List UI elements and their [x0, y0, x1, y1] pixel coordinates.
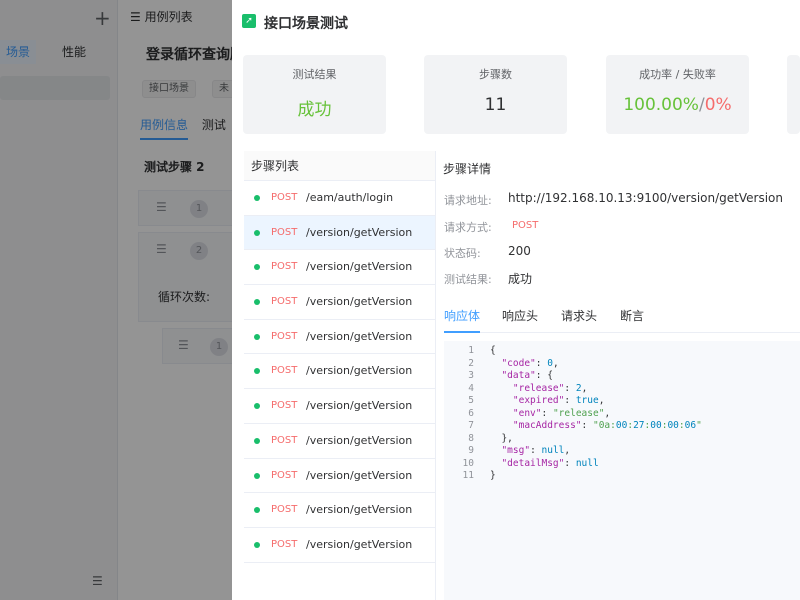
step-path: /version/getVersion: [306, 433, 413, 447]
step-path: /eam/auth/login: [306, 191, 394, 204]
success-dot-icon: [254, 541, 260, 548]
tab-request-headers[interactable]: 请求头: [561, 307, 597, 333]
rate-value: 100.00%/0%: [606, 95, 749, 115]
status-code-value: 200: [508, 244, 531, 258]
step-item[interactable]: POST/version/getVersion: [244, 424, 435, 459]
fail-rate: 0%: [704, 95, 732, 115]
step-list: 步骤列表 POST/eam/auth/login POST/version/ge…: [244, 151, 436, 600]
status-code-label: 状态码:: [444, 247, 481, 260]
rate-label: 成功率 / 失败率: [639, 68, 716, 81]
step-path: /version/getVersion: [306, 364, 413, 378]
step-method: POST: [271, 400, 298, 412]
step-path: /version/getVersion: [306, 329, 413, 343]
step-path: /version/getVersion: [306, 399, 413, 413]
tab-response-body[interactable]: 响应体: [444, 307, 481, 333]
step-method: POST: [271, 296, 298, 308]
step-method: POST: [271, 192, 298, 203]
tab-response-headers[interactable]: 响应头: [502, 307, 538, 333]
test-result-value: 成功: [508, 272, 533, 286]
steps-value: 11: [484, 95, 507, 115]
step-method: POST: [271, 538, 298, 550]
step-item[interactable]: POST/version/getVersion: [244, 459, 435, 494]
step-item[interactable]: POST/version/getVersion: [244, 320, 435, 355]
step-detail: 步骤详情 请求地址: http://192.168.10.13:9100/ver…: [436, 151, 800, 600]
step-item[interactable]: POST/version/getVersion: [244, 493, 435, 528]
response-tabs: 响应体 响应头 请求头 断言: [444, 307, 800, 333]
success-dot-icon: [254, 333, 260, 340]
step-method: POST: [271, 261, 298, 273]
step-method: POST: [271, 469, 298, 481]
step-item[interactable]: POST/version/getVersion: [244, 389, 435, 424]
request-url-value: http://192.168.10.13:9100/version/getVer…: [508, 191, 784, 205]
result-card: 测试结果 成功: [243, 55, 386, 134]
step-path: /version/getVersion: [306, 260, 413, 274]
extra-card: [787, 55, 800, 134]
step-path: /version/getVersion: [306, 537, 413, 551]
step-item-selected[interactable]: POST/version/getVersion: [244, 215, 435, 251]
step-path: /version/getVersion: [306, 295, 413, 309]
result-label: 测试结果: [292, 68, 337, 81]
success-dot-icon: [254, 403, 260, 410]
result-value: 成功: [297, 100, 332, 120]
step-path: /version/getVersion: [306, 225, 413, 239]
step-method: POST: [271, 365, 298, 377]
step-path: /version/getVersion: [306, 503, 413, 517]
step-method: POST: [271, 226, 298, 238]
request-url-label: 请求地址:: [444, 194, 492, 207]
success-dot-icon: [254, 507, 260, 514]
step-item[interactable]: POST/eam/auth/login: [244, 181, 435, 216]
rate-card: 成功率 / 失败率 100.00%/0%: [606, 55, 749, 134]
step-method: POST: [271, 330, 298, 342]
drawer-title: 接口场景测试: [264, 16, 348, 32]
success-dot-icon: [254, 299, 260, 306]
success-rate: 100.00%: [623, 95, 699, 115]
step-item[interactable]: POST/version/getVersion: [244, 528, 435, 563]
success-dot-icon: [254, 437, 260, 444]
success-dot-icon: [254, 472, 260, 479]
success-dot-icon: [254, 195, 260, 201]
request-method-value: POST: [512, 220, 539, 231]
step-item[interactable]: POST/version/getVersion: [244, 250, 435, 286]
step-path: /version/getVersion: [306, 468, 413, 482]
step-method: POST: [271, 434, 298, 446]
request-method-label: 请求方式:: [444, 221, 492, 234]
test-result-label: 测试结果:: [444, 273, 492, 286]
step-item[interactable]: POST/version/getVersion: [244, 354, 435, 390]
success-dot-icon: [254, 264, 260, 271]
step-method: POST: [271, 504, 298, 516]
tab-assertions[interactable]: 断言: [620, 307, 644, 333]
step-detail-header: 步骤详情: [443, 162, 492, 176]
drawer-header: ➚ 接口场景测试: [232, 0, 800, 44]
step-item[interactable]: POST/version/getVersion: [244, 285, 435, 320]
rocket-icon: ➚: [242, 14, 256, 28]
success-dot-icon: [254, 368, 260, 375]
step-list-header: 步骤列表: [244, 151, 435, 181]
steps-label: 步骤数: [479, 68, 512, 81]
scene-test-drawer: ➚ 接口场景测试 测试结果 成功 步骤数 11 成功率 / 失败率 100.00…: [232, 0, 800, 600]
response-body-editor[interactable]: 1{ 2 "code": 0, 3 "data": { 4 "release":…: [444, 341, 800, 600]
success-dot-icon: [254, 229, 260, 236]
steps-card: 步骤数 11: [424, 55, 567, 134]
